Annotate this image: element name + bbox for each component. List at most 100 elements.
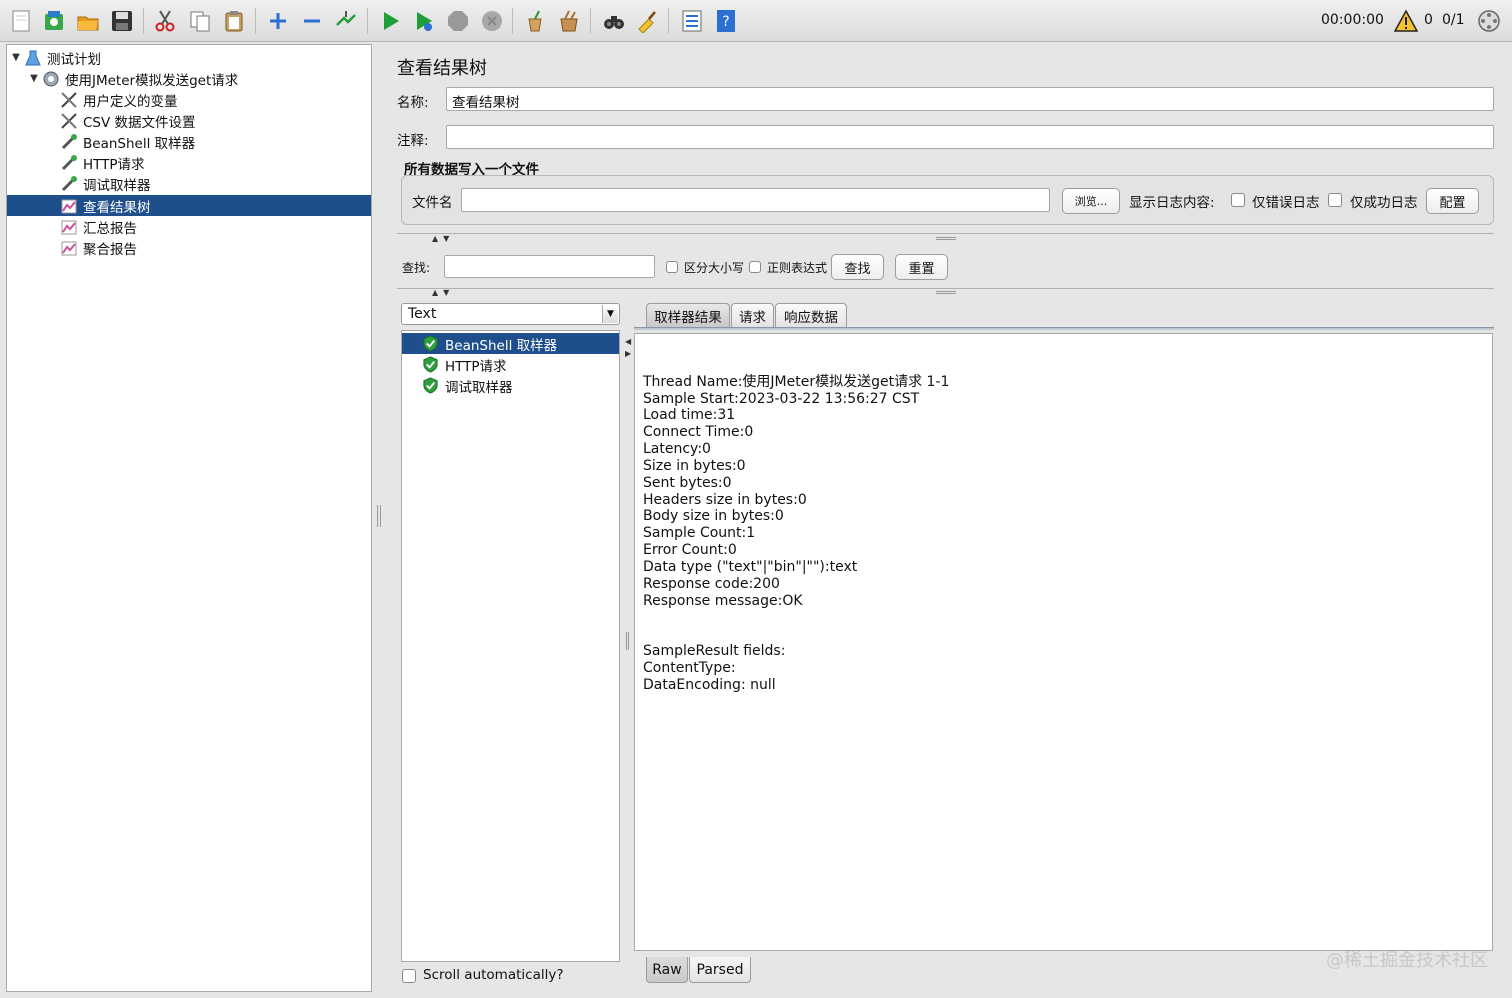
open-icon[interactable]	[74, 7, 102, 35]
toggle-icon[interactable]	[332, 7, 360, 35]
tree-item-test-plan[interactable]: ▼ 测试计划	[7, 47, 371, 68]
split-arrows-icon[interactable]: ▲▼	[432, 234, 454, 243]
result-item-label: BeanShell 取样器	[445, 337, 558, 354]
start-icon[interactable]	[377, 7, 405, 35]
stop-icon[interactable]	[444, 7, 472, 35]
detail-line: Latency:0	[643, 441, 711, 458]
sample-results-list[interactable]: BeanShell 取样器 HTTP请求 调试取样器	[401, 330, 620, 962]
split-grip[interactable]	[936, 291, 956, 294]
filename-label: 文件名	[412, 195, 453, 211]
clear-all-icon[interactable]	[555, 7, 583, 35]
reset-button[interactable]: 重置	[895, 254, 948, 280]
listener-chart-icon	[59, 197, 79, 215]
copy-icon[interactable]	[186, 7, 214, 35]
result-item-debug[interactable]: 调试取样器	[402, 375, 619, 396]
tree-item-label: BeanShell 取样器	[83, 135, 196, 152]
success-shield-icon	[422, 377, 439, 394]
search-icon[interactable]	[600, 7, 628, 35]
save-icon[interactable]	[108, 7, 136, 35]
scroll-auto-label: Scroll automatically?	[423, 967, 564, 983]
detail-line: Connect Time:0	[643, 424, 754, 441]
log-display-label: 显示日志内容:	[1129, 195, 1215, 211]
tree-item-label: 调试取样器	[83, 177, 151, 194]
case-sensitive-label: 区分大小写	[684, 261, 745, 275]
name-field[interactable]: 查看结果树	[446, 87, 1494, 111]
expand-toggle-icon[interactable]: ▼	[27, 73, 41, 84]
tree-item-http-request[interactable]: HTTP请求	[7, 152, 371, 173]
svg-text:?: ?	[722, 14, 729, 30]
result-item-beanshell[interactable]: BeanShell 取样器	[402, 333, 619, 354]
tab-sampler-result[interactable]: 取样器结果	[646, 303, 730, 327]
tree-item-label: 使用JMeter模拟发送get请求	[65, 72, 239, 89]
test-plan-tree[interactable]: ▼ 测试计划 ▼ 使用JMeter模拟发送get请求 用户定义的变量 CSV 数…	[6, 44, 372, 992]
tree-item-debug-sampler[interactable]: 调试取样器	[7, 173, 371, 194]
collapse-split-arrows-icon[interactable]: ◀ ▶	[625, 336, 631, 360]
templates-icon[interactable]	[40, 7, 68, 35]
chevron-down-icon[interactable]: ▼	[602, 305, 618, 323]
remote-status-icon[interactable]	[1477, 9, 1501, 33]
tree-item-summary-report[interactable]: 汇总报告	[7, 216, 371, 237]
detail-line: Body size in bytes:0	[643, 508, 784, 525]
tree-item-label: 测试计划	[47, 51, 101, 68]
filename-field[interactable]	[461, 188, 1050, 212]
collapse-icon[interactable]	[298, 7, 326, 35]
results-splitter-handle[interactable]	[626, 632, 629, 650]
paste-icon[interactable]	[220, 7, 248, 35]
main-splitter-handle[interactable]	[377, 505, 381, 527]
configure-button[interactable]: 配置	[1426, 188, 1479, 214]
new-icon[interactable]	[7, 7, 35, 35]
listener-chart-icon	[59, 239, 79, 257]
tab-parsed[interactable]: Parsed	[689, 957, 751, 983]
comment-label: 注释:	[397, 133, 429, 149]
tab-response-data[interactable]: 响应数据	[775, 303, 847, 327]
comment-field[interactable]	[446, 125, 1494, 149]
scroll-auto-checkbox[interactable]	[402, 969, 416, 983]
shutdown-icon[interactable]	[478, 7, 506, 35]
detail-line: Load time:31	[643, 407, 736, 424]
find-button[interactable]: 查找	[831, 254, 884, 280]
detail-line	[643, 610, 1484, 627]
success-only-checkbox[interactable]	[1328, 193, 1342, 207]
tree-item-thread-group[interactable]: ▼ 使用JMeter模拟发送get请求	[7, 68, 371, 89]
tree-item-aggregate-report[interactable]: 聚合报告	[7, 237, 371, 258]
file-group: 文件名 浏览... 显示日志内容: 仅错误日志 仅成功日志 配置	[401, 175, 1494, 225]
result-item-http[interactable]: HTTP请求	[402, 354, 619, 375]
tree-item-csv-config[interactable]: CSV 数据文件设置	[7, 110, 371, 131]
tab-request[interactable]: 请求	[731, 303, 774, 327]
tree-item-beanshell-sampler[interactable]: BeanShell 取样器	[7, 131, 371, 152]
cut-icon[interactable]	[151, 7, 179, 35]
detail-line: Sample Count:1	[643, 525, 756, 542]
detail-line: Size in bytes:0	[643, 457, 746, 474]
help-icon[interactable]: ?	[712, 7, 740, 35]
reset-search-icon[interactable]	[634, 7, 662, 35]
detail-line: Response code:200	[643, 575, 780, 592]
sampler-result-text[interactable]: Thread Name:使用JMeter模拟发送get请求 1-1 Sample …	[634, 333, 1493, 951]
start-no-pause-icon[interactable]	[410, 7, 438, 35]
renderer-select[interactable]: Text ▼	[401, 303, 620, 325]
tree-item-user-variables[interactable]: 用户定义的变量	[7, 89, 371, 110]
thread-count: 0/1	[1442, 12, 1465, 28]
detail-line: SampleResult fields:	[643, 643, 786, 660]
detail-line: ContentType:	[643, 660, 741, 677]
name-label: 名称:	[397, 95, 429, 111]
split-arrows-icon[interactable]: ▲▼	[432, 288, 454, 297]
tree-item-view-results-tree[interactable]: 查看结果树	[7, 195, 371, 216]
warning-icon[interactable]	[1393, 9, 1419, 33]
browse-button[interactable]: 浏览...	[1062, 188, 1120, 214]
tab-raw[interactable]: Raw	[646, 957, 688, 983]
regex-checkbox[interactable]	[749, 261, 761, 273]
result-item-label: 调试取样器	[445, 379, 513, 396]
errors-only-checkbox[interactable]	[1231, 193, 1245, 207]
clear-icon[interactable]	[521, 7, 549, 35]
expand-icon[interactable]	[264, 7, 292, 35]
detail-line: Sample Start:2023-03-22 13:56:27 CST	[643, 390, 920, 407]
detail-line	[643, 626, 1484, 643]
tree-item-label: 汇总报告	[83, 220, 137, 237]
split-grip[interactable]	[936, 237, 956, 240]
expand-toggle-icon[interactable]: ▼	[9, 52, 23, 63]
case-sensitive-checkbox[interactable]	[666, 261, 678, 273]
success-shield-icon	[422, 335, 439, 352]
function-helper-icon[interactable]	[678, 7, 706, 35]
search-field[interactable]	[444, 255, 655, 278]
success-shield-icon	[422, 356, 439, 373]
